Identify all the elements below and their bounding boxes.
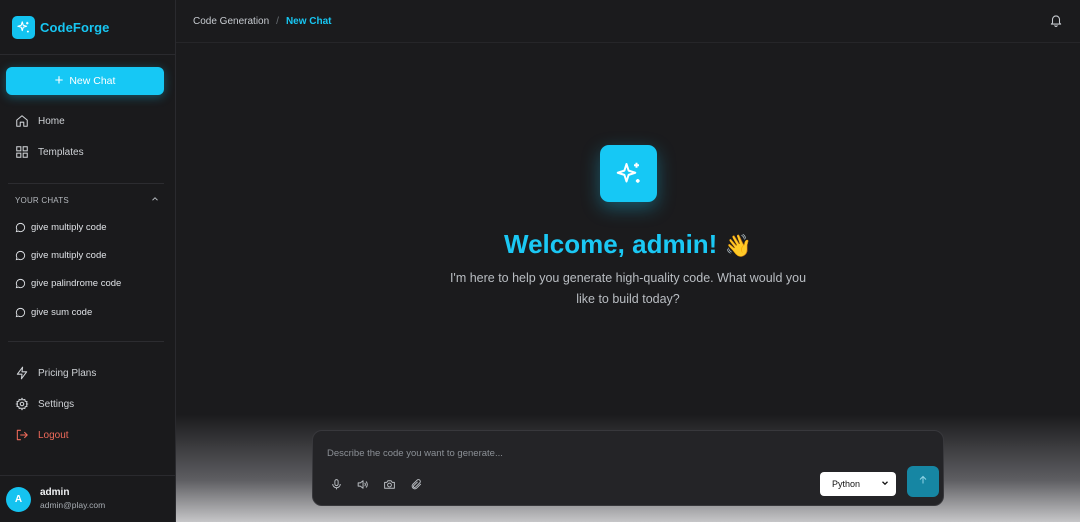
chat-bubble-icon: [15, 307, 26, 318]
chat-item[interactable]: give palindrome code: [15, 275, 165, 291]
arrow-up-icon: [917, 473, 929, 491]
user-name: admin: [40, 487, 70, 499]
brand[interactable]: CodeForge: [0, 0, 175, 55]
grid-icon: [15, 145, 29, 159]
your-chats-heading: YOUR CHATS: [15, 195, 69, 205]
chat-item-label: give multiply code: [31, 249, 107, 261]
welcome-subtitle: I'm here to help you generate high-quali…: [449, 271, 807, 306]
language-select[interactable]: Python: [820, 472, 896, 496]
sidebar-item-pricing-plans[interactable]: Pricing Plans: [0, 361, 176, 385]
sidebar-item-home[interactable]: Home: [0, 109, 176, 133]
new-chat-button[interactable]: + New Chat: [6, 67, 164, 95]
new-chat-label: New Chat: [69, 75, 116, 87]
sidebar-item-logout[interactable]: Logout: [0, 423, 176, 447]
prompt-input[interactable]: [327, 445, 887, 461]
sidebar-item-label: Settings: [38, 398, 75, 410]
user-profile[interactable]: A admin admin@play.com: [0, 475, 176, 522]
breadcrumb: Code Generation / New Chat: [176, 0, 1080, 43]
chevron-down-icon: [880, 478, 890, 488]
sidebar-divider: [8, 183, 164, 184]
breadcrumb-code-generation[interactable]: Code Generation: [193, 16, 269, 27]
sidebar-item-settings[interactable]: Settings: [0, 392, 176, 416]
sidebar: CodeForge + New Chat Home Templates YOUR…: [0, 0, 176, 522]
paperclip-icon[interactable]: [410, 478, 424, 492]
chat-bubble-icon: [15, 278, 26, 289]
user-email: admin@play.com: [40, 499, 106, 510]
waving-hand-icon: 👋: [724, 233, 752, 258]
brand-name: CodeForge: [40, 19, 110, 35]
gear-icon: [15, 397, 29, 411]
sidebar-item-templates[interactable]: Templates: [0, 140, 176, 164]
prompt-composer: Python: [312, 430, 944, 506]
sidebar-item-label: Logout: [38, 429, 69, 441]
home-icon: [15, 114, 29, 128]
breadcrumb-new-chat: New Chat: [285, 15, 332, 27]
send-button[interactable]: [907, 466, 939, 497]
sidebar-divider: [8, 341, 164, 342]
chat-item-label: give palindrome code: [31, 277, 122, 289]
camera-icon[interactable]: [383, 478, 397, 492]
sidebar-item-label: Pricing Plans: [38, 367, 97, 379]
speaker-icon[interactable]: [356, 478, 370, 492]
sidebar-item-label: Templates: [38, 146, 84, 158]
plus-icon: +: [54, 72, 64, 89]
welcome-text: Welcome, admin!: [504, 229, 718, 259]
sidebar-item-label: Home: [38, 115, 65, 127]
chat-item[interactable]: give sum code: [15, 304, 165, 320]
language-select-value: Python: [832, 479, 861, 489]
lightning-icon: [15, 366, 29, 380]
chat-item[interactable]: give multiply code: [15, 219, 165, 235]
welcome-heading: Welcome, admin! 👋: [176, 229, 1080, 260]
sparkle-hero-icon: [600, 145, 657, 202]
main-content: Code Generation / New Chat Welcome, admi…: [176, 0, 1080, 522]
your-chats-header[interactable]: YOUR CHATS: [15, 194, 160, 206]
bell-icon[interactable]: [1049, 13, 1063, 27]
chat-item-label: give multiply code: [31, 221, 107, 233]
avatar: A: [6, 486, 31, 512]
chat-bubble-icon: [15, 250, 26, 261]
sparkle-logo-icon: [12, 15, 35, 39]
logout-icon: [15, 428, 29, 442]
breadcrumb-separator: /: [276, 15, 279, 27]
chat-bubble-icon: [15, 222, 26, 233]
chat-item[interactable]: give multiply code: [15, 247, 165, 263]
chevron-up-icon: [150, 194, 160, 206]
chat-item-label: give sum code: [31, 306, 93, 318]
microphone-icon[interactable]: [330, 478, 344, 492]
